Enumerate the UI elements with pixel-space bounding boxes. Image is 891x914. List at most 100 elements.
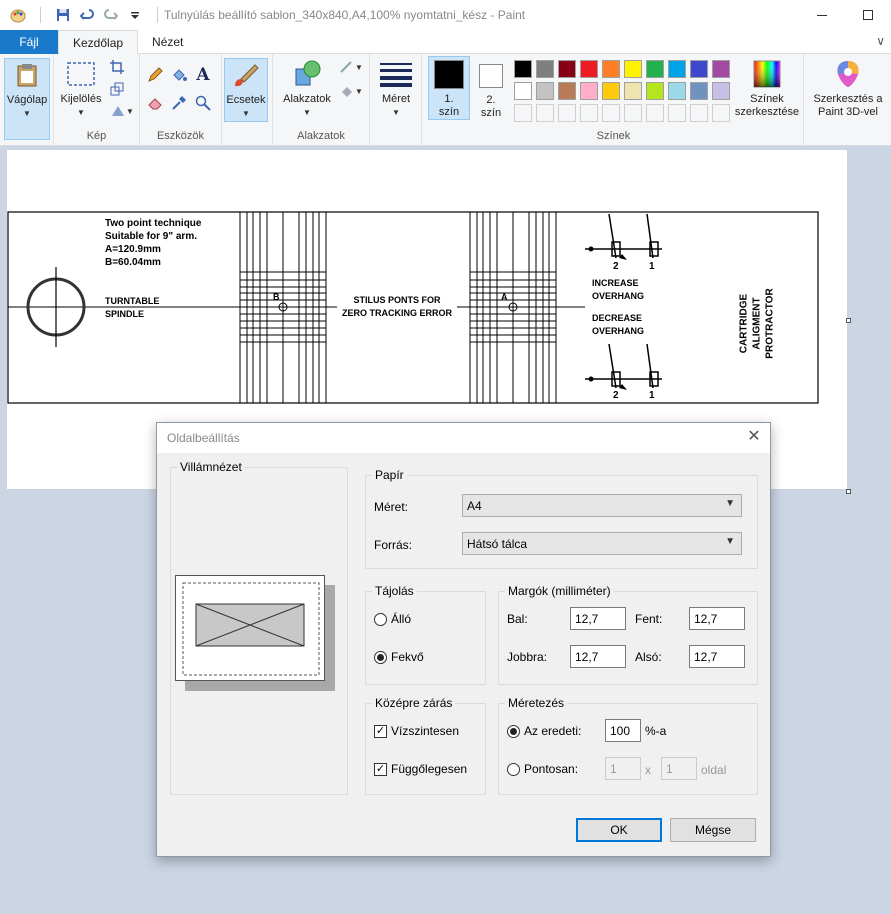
text-icon[interactable]: A [194, 65, 212, 85]
color-swatch[interactable] [624, 82, 642, 100]
right-margin-input[interactable]: 12,7 [570, 645, 626, 668]
save-icon[interactable] [55, 7, 71, 23]
eraser-icon[interactable] [146, 94, 164, 112]
color-swatch[interactable] [536, 82, 554, 100]
brushes-button[interactable]: Ecsetek ▼ [224, 58, 268, 122]
tab-view[interactable]: Nézet [138, 30, 197, 54]
customize-toolbar-icon[interactable] [127, 7, 143, 23]
size-select[interactable]: A4 ▼ [462, 494, 742, 517]
paint3d-button[interactable]: Szerkesztés a Paint 3D-vel [808, 58, 888, 119]
tools-group-label: Eszközök [156, 130, 205, 142]
fill-shape-icon[interactable]: ▼ [337, 82, 365, 100]
technique-line: Two point technique [105, 218, 202, 229]
top-margin-input[interactable]: 12,7 [689, 607, 745, 630]
clipboard-label: Vágólap [6, 94, 48, 106]
color-swatch[interactable] [646, 82, 664, 100]
color-swatch[interactable] [602, 60, 620, 78]
pencil-icon[interactable] [146, 66, 164, 84]
edit-colors-label-line2: szerkesztése [734, 106, 800, 118]
scale-percent-input[interactable]: 100 [605, 719, 641, 742]
edit-colors-button[interactable]: Színek szerkesztése [730, 58, 804, 119]
custom-color-slot[interactable] [558, 104, 576, 122]
center-vertically-checkbox[interactable]: ✓ Függőlegesen [374, 762, 467, 776]
collapse-ribbon-icon[interactable]: ∨ [876, 34, 885, 48]
separator [40, 7, 41, 23]
left-margin-input[interactable]: 12,7 [570, 607, 626, 630]
color1-label-line2: szín [438, 106, 460, 118]
adjust-to-radio[interactable]: Az eredeti: [507, 724, 581, 738]
undo-icon[interactable] [79, 7, 95, 23]
color2-label-line2: szín [480, 107, 502, 119]
resize-icon[interactable] [108, 80, 126, 98]
shapes-button[interactable]: Alakzatok ▼ [279, 58, 335, 119]
close-icon[interactable]: ✕ [746, 429, 762, 445]
color-picker-icon[interactable] [170, 94, 188, 112]
suitable-line: Suitable for 9" arm. [105, 231, 197, 242]
color-swatch[interactable] [580, 82, 598, 100]
center-vertically-label: Függőlegesen [391, 762, 468, 776]
turntable-line: TURNTABLE [105, 296, 160, 306]
color-swatch[interactable] [712, 82, 730, 100]
source-select[interactable]: Hátsó tálca ▼ [462, 532, 742, 555]
custom-color-slot[interactable] [514, 104, 532, 122]
custom-color-slot[interactable] [690, 104, 708, 122]
fit-to-radio[interactable]: Pontosan: [507, 762, 578, 776]
bottom-margin-input[interactable]: 12,7 [689, 645, 745, 668]
color-swatch[interactable] [514, 82, 532, 100]
color-swatch[interactable] [602, 82, 620, 100]
canvas-resize-handle-right[interactable] [846, 318, 851, 323]
color-swatch[interactable] [712, 60, 730, 78]
custom-color-slot[interactable] [580, 104, 598, 122]
chevron-down-icon: ▼ [392, 108, 400, 117]
color-swatch[interactable] [690, 60, 708, 78]
custom-color-slot[interactable] [668, 104, 686, 122]
custom-color-slot[interactable] [712, 104, 730, 122]
color-swatch[interactable] [558, 82, 576, 100]
color-swatch[interactable] [514, 60, 532, 78]
color2-button[interactable]: 2. szín [474, 58, 508, 120]
bottom-margin-label: Alsó: [635, 650, 662, 664]
fit-height-input[interactable]: 1 [661, 757, 697, 780]
center-horizontally-checkbox[interactable]: ✓ Vízszintesen [374, 724, 459, 738]
stilus-line1: STILUS PONTS FOR [353, 295, 441, 305]
source-label: Forrás: [374, 538, 413, 552]
crop-icon[interactable] [108, 58, 126, 76]
brushes-label: Ecsetek [226, 94, 266, 106]
portrait-radio[interactable]: Álló [374, 612, 411, 626]
custom-color-slot[interactable] [536, 104, 554, 122]
color-swatch[interactable] [668, 60, 686, 78]
custom-color-slot[interactable] [624, 104, 642, 122]
clipboard-button[interactable]: Vágólap ▼ [4, 58, 50, 140]
color-swatch[interactable] [558, 60, 576, 78]
maximize-icon[interactable] [845, 0, 891, 30]
select-button[interactable]: Kijelölés ▼ [58, 58, 104, 119]
cancel-button[interactable]: Mégse [670, 818, 756, 842]
color1-button[interactable]: 1. szín [428, 56, 470, 120]
custom-color-slot[interactable] [646, 104, 664, 122]
color-swatch[interactable] [580, 60, 598, 78]
scaling-label: Méretezés [505, 696, 568, 710]
color-swatch[interactable] [668, 82, 686, 100]
landscape-radio[interactable]: Fekvő [374, 650, 424, 664]
a-value-line: A=120.9mm [105, 244, 161, 255]
custom-color-slot[interactable] [602, 104, 620, 122]
tab-file[interactable]: Fájl [0, 30, 58, 54]
canvas-resize-handle-corner[interactable] [846, 489, 851, 494]
fill-icon[interactable] [170, 66, 188, 84]
outline-icon[interactable]: ▼ [337, 58, 365, 76]
fit-width-input[interactable]: 1 [605, 757, 641, 780]
color-swatch[interactable] [624, 60, 642, 78]
color-swatch[interactable] [646, 60, 664, 78]
ok-button[interactable]: OK [576, 818, 662, 842]
title-bar: Tulnyúlás beállító sablon_340x840,A4,100… [0, 0, 891, 30]
tab-home[interactable]: Kezdőlap [58, 30, 139, 55]
portrait-label: Álló [391, 612, 412, 626]
redo-icon[interactable] [103, 7, 119, 23]
magnifier-icon[interactable] [194, 94, 212, 112]
color-swatch[interactable] [690, 82, 708, 100]
page-setup-dialog: Oldalbeállítás ✕ Villámnézet Papír Méret… [156, 422, 771, 857]
size-button[interactable]: Méret ▼ [376, 58, 416, 119]
color-swatch[interactable] [536, 60, 554, 78]
minimize-icon[interactable] [799, 0, 845, 30]
rotate-icon[interactable]: ▼ [108, 102, 136, 120]
